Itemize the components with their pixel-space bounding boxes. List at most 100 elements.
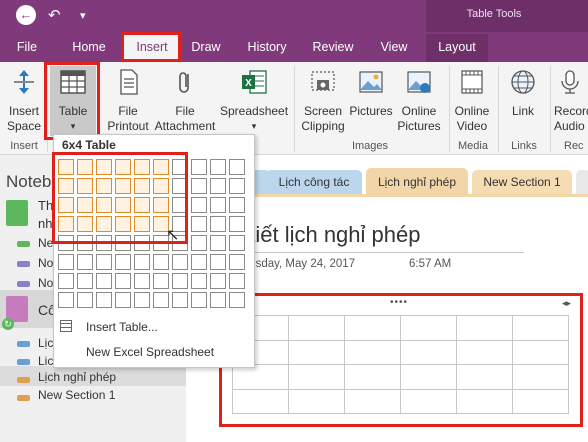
grid-cell[interactable]: [229, 178, 245, 194]
grid-cell[interactable]: [191, 159, 207, 175]
grid-cell[interactable]: [153, 254, 169, 270]
grid-cell[interactable]: [96, 273, 112, 289]
grid-cell[interactable]: [229, 197, 245, 213]
tab-draw[interactable]: Draw: [186, 40, 226, 54]
online-video-icon: [461, 70, 483, 94]
online-pictures-label-1: Online: [401, 104, 437, 118]
insert-table-menu-item[interactable]: Insert Table...: [86, 320, 158, 334]
notebook-1-name[interactable]: Th: [38, 198, 53, 213]
file-printout-label-2: Printout: [107, 119, 149, 133]
tab-file[interactable]: File: [10, 40, 44, 54]
section-color-bar: [17, 377, 30, 383]
insert-space-icon: [14, 70, 34, 94]
screen-clipping-button[interactable]: Screen Clipping: [296, 68, 350, 134]
link-button[interactable]: Link: [500, 68, 546, 119]
file-attachment-button[interactable]: File Attachment: [152, 68, 218, 134]
online-pictures-button[interactable]: Online Pictures: [394, 68, 444, 134]
grid-cell[interactable]: [77, 292, 93, 308]
section-tab-lich-cong-tac[interactable]: Lịch công tác: [266, 170, 362, 194]
grid-cell[interactable]: [210, 254, 226, 270]
online-video-button[interactable]: Online Video: [450, 68, 494, 134]
file-printout-button[interactable]: File Printout: [104, 68, 152, 134]
sync-icon: ↻: [2, 318, 14, 330]
grid-cell[interactable]: [153, 292, 169, 308]
page-title[interactable]: hi tiết lịch nghỉ phép: [226, 222, 420, 248]
spreadsheet-button[interactable]: X Spreadsheet ▾: [220, 68, 288, 134]
pictures-button[interactable]: Pictures: [348, 68, 394, 119]
grid-cell[interactable]: [229, 216, 245, 232]
grid-cell[interactable]: [134, 273, 150, 289]
customize-quick-access-icon[interactable]: ▾: [80, 9, 86, 22]
tab-layout[interactable]: Layout: [426, 40, 488, 54]
grid-cell[interactable]: [191, 178, 207, 194]
grid-cell[interactable]: [58, 273, 74, 289]
grid-cell[interactable]: [115, 292, 131, 308]
section-tab-lich-nghi-phep[interactable]: Lịch nghỉ phép: [366, 168, 468, 196]
tab-history[interactable]: History: [242, 40, 292, 54]
page-time: 6:57 AM: [409, 258, 452, 270]
grid-cell[interactable]: [58, 254, 74, 270]
grid-cell[interactable]: [229, 235, 245, 251]
record-audio-button[interactable]: Record Audio: [552, 68, 588, 134]
spreadsheet-label: Spreadsheet: [220, 104, 289, 118]
grid-cell[interactable]: [191, 235, 207, 251]
section-item[interactable]: No: [38, 256, 53, 270]
back-icon[interactable]: ←: [16, 5, 36, 25]
insert-space-label-2: Space: [6, 119, 42, 133]
new-excel-spreadsheet-menu-item[interactable]: New Excel Spreadsheet: [86, 345, 214, 359]
screen-clipping-label-2: Clipping: [301, 119, 345, 133]
section-tab-new-section-1[interactable]: New Section 1: [472, 170, 572, 194]
screen-clipping-label-1: Screen: [303, 104, 343, 118]
grid-cell[interactable]: [229, 273, 245, 289]
section-item-selected[interactable]: Lịch nghỉ phép: [38, 370, 116, 384]
grid-cell[interactable]: [229, 254, 245, 270]
tab-view[interactable]: View: [372, 40, 416, 54]
grid-cell[interactable]: [210, 159, 226, 175]
grid-cell[interactable]: [210, 178, 226, 194]
section-item[interactable]: New Section 1: [38, 388, 115, 402]
ribbon-separator: [498, 66, 499, 152]
grid-cell[interactable]: [210, 292, 226, 308]
add-section-tab[interactable]: [576, 170, 588, 194]
group-label-insert: Insert: [10, 140, 38, 152]
tab-home[interactable]: Home: [64, 40, 114, 54]
microphone-icon: [561, 70, 579, 94]
grid-cell[interactable]: [115, 273, 131, 289]
grid-cell[interactable]: [134, 254, 150, 270]
section-color-bar: [17, 359, 30, 365]
record-audio-label-2: Audio: [554, 119, 585, 133]
grid-cell[interactable]: [172, 292, 188, 308]
grid-cell[interactable]: [229, 159, 245, 175]
grid-cell[interactable]: [229, 292, 245, 308]
grid-cell[interactable]: [96, 254, 112, 270]
paperclip-icon: [179, 72, 189, 93]
grid-cell[interactable]: [210, 197, 226, 213]
file-attachment-label-2: Attachment: [154, 119, 216, 133]
grid-cell[interactable]: [77, 254, 93, 270]
grid-cell[interactable]: [210, 216, 226, 232]
pictures-icon: [359, 71, 383, 93]
grid-cell[interactable]: [115, 254, 131, 270]
tab-review[interactable]: Review: [308, 40, 358, 54]
grid-cell[interactable]: [58, 292, 74, 308]
grid-cell[interactable]: [134, 292, 150, 308]
grid-cell[interactable]: [210, 235, 226, 251]
section-item[interactable]: Lịc: [38, 336, 53, 350]
grid-cell[interactable]: [191, 273, 207, 289]
grid-cell[interactable]: [191, 216, 207, 232]
grid-cell[interactable]: [172, 273, 188, 289]
grid-cell[interactable]: [210, 273, 226, 289]
grid-cell[interactable]: [172, 254, 188, 270]
group-label-media: Media: [458, 140, 488, 152]
grid-cell[interactable]: [77, 273, 93, 289]
grid-cell[interactable]: [191, 197, 207, 213]
undo-icon[interactable]: ↶: [48, 6, 61, 24]
table-size-label: 6x4 Table: [62, 138, 116, 152]
section-item[interactable]: No: [38, 276, 53, 290]
grid-cell[interactable]: [96, 292, 112, 308]
grid-cell[interactable]: [191, 254, 207, 270]
grid-cell[interactable]: [153, 273, 169, 289]
link-label: Link: [511, 104, 534, 118]
grid-cell[interactable]: [191, 292, 207, 308]
insert-space-button[interactable]: Insert Space: [2, 68, 46, 134]
